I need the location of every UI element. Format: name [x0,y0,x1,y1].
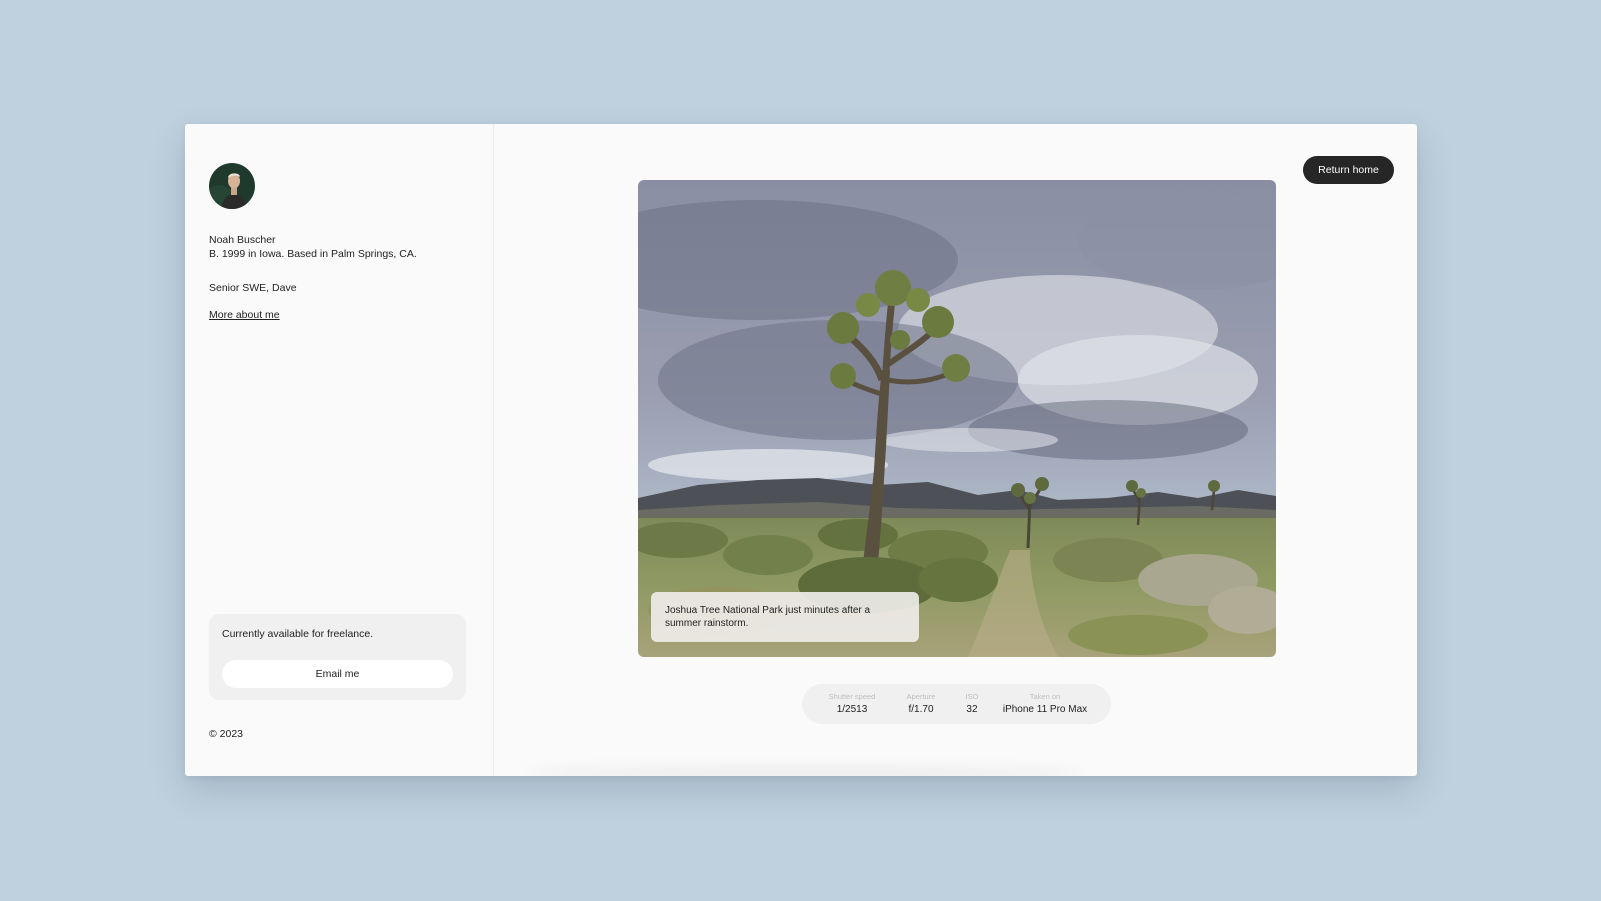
exif-shutter-speed: Shutter speed 1/2513 [829,692,876,716]
exif-aperture: Aperture f/1.70 [907,692,936,716]
exif-value: 1/2513 [836,704,868,715]
copyright-text: © 2023 [209,728,244,740]
exif-label: Aperture [906,692,936,701]
avatar [209,163,255,209]
freelance-card: Currently available for freelance. Email… [209,614,466,700]
profile-bio: B. 1999 in Iowa. Based in Palm Springs, … [209,248,417,260]
portfolio-window: Noah Buscher B. 1999 in Iowa. Based in P… [185,124,1417,776]
more-about-me-link[interactable]: More about me [209,309,280,321]
photo-caption: Joshua Tree National Park just minutes a… [651,592,919,642]
exif-label: Taken on [1029,692,1061,701]
featured-photo: Joshua Tree National Park just minutes a… [638,180,1276,657]
exif-value: f/1.70 [908,704,934,715]
exif-bar: Shutter speed 1/2513 Aperture f/1.70 ISO… [802,684,1111,724]
exif-value: 32 [966,704,978,715]
exif-label: ISO [965,692,979,701]
email-me-button[interactable]: Email me [222,660,453,688]
exif-label: Shutter speed [828,692,876,701]
profile-name: Noah Buscher [209,234,276,246]
card-stack-shadow [525,766,1085,776]
exif-value: iPhone 11 Pro Max [1002,704,1088,715]
profile-role: Senior SWE, Dave [209,282,297,294]
return-home-button[interactable]: Return home [1303,156,1394,184]
joshua-tree-image [638,180,1276,657]
freelance-status-text: Currently available for freelance. [222,628,374,640]
exif-iso: ISO 32 [966,692,979,716]
exif-taken-on: Taken on iPhone 11 Pro Max [1003,692,1087,716]
profile-sidebar: Noah Buscher B. 1999 in Iowa. Based in P… [185,124,494,776]
